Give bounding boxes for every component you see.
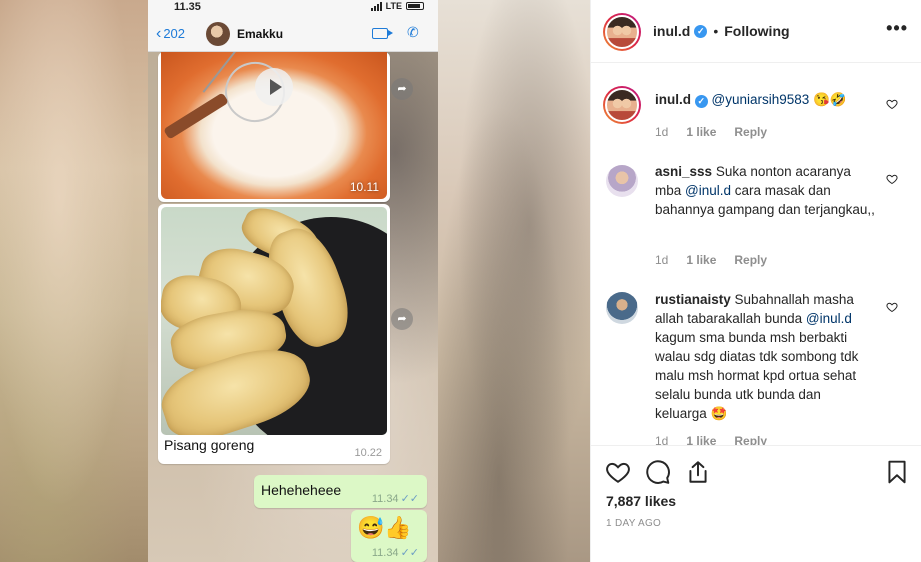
whisk-handle	[163, 92, 229, 140]
author-username[interactable]: inul.d	[653, 23, 690, 39]
commenter-username[interactable]: rustianaisty	[655, 292, 731, 307]
post-actions: 7,887 likes 1 DAY AGO	[591, 445, 921, 562]
separator-dot: •	[713, 23, 719, 39]
comment-age: 1d	[655, 125, 669, 139]
likes-count[interactable]: 7,887 likes	[606, 493, 676, 509]
share-icon[interactable]	[685, 459, 711, 485]
comment-age: 1d	[655, 434, 669, 445]
comment-likes[interactable]: 1 like	[686, 253, 716, 267]
outgoing-message[interactable]: 😅👍 11.34 ✓✓	[351, 510, 427, 562]
blurred-background-right	[438, 0, 590, 562]
post-time-ago: 1 DAY AGO	[606, 518, 662, 529]
blurred-background-left	[0, 0, 148, 562]
following-button[interactable]: Following	[724, 23, 789, 39]
mention-link[interactable]: @yuniarsih9583	[712, 92, 810, 107]
status-time: 11.35	[174, 1, 201, 13]
comment-text: rustianaisty Subahnallah masha allah tab…	[655, 290, 875, 423]
mention-link[interactable]: @inul.d	[806, 311, 852, 326]
commenter-avatar[interactable]	[606, 165, 638, 197]
message-text: Heheheheee	[261, 482, 342, 498]
comment-likes[interactable]: 1 like	[686, 434, 716, 445]
heart-icon[interactable]	[886, 301, 898, 313]
battery-icon	[406, 2, 424, 10]
bookmark-icon[interactable]	[884, 459, 910, 485]
video-thumbnail: 10.11	[161, 52, 387, 199]
reply-button[interactable]: Reply	[734, 434, 767, 445]
comment-text: asni_sss Suka nonton acaranya mba @inul.…	[655, 162, 875, 219]
comment-text-part: kagum sma bunda msh berbakti walau sdg d…	[655, 330, 859, 421]
read-ticks-icon: ✓✓	[400, 547, 419, 559]
comment-text: inul.d ✓ @yuniarsih9583 😘🤣	[655, 90, 875, 109]
commenter-username[interactable]: asni_sss	[655, 164, 712, 179]
comment-likes[interactable]: 1 like	[686, 125, 716, 139]
author-avatar[interactable]	[603, 13, 641, 51]
whatsapp-screenshot: 11.35 LTE ‹ 202 Emakku ✆ 10.11 ➦ Pisang …	[148, 0, 438, 562]
commenter-username[interactable]: inul.d	[655, 92, 691, 107]
message-time-wrap: 11.34 ✓✓	[372, 546, 419, 559]
video-call-icon[interactable]	[372, 28, 393, 39]
comment-meta: 1d 1 like Reply	[655, 253, 767, 267]
verified-badge-icon: ✓	[694, 24, 708, 38]
fried-banana-photo	[161, 207, 387, 435]
verified-badge-icon: ✓	[694, 95, 708, 108]
network-label: LTE	[385, 1, 402, 11]
reply-button[interactable]: Reply	[734, 253, 767, 267]
message-emoji: 😅👍	[357, 515, 412, 540]
read-ticks-icon: ✓✓	[400, 493, 419, 505]
comment-icon[interactable]	[645, 459, 671, 485]
contact-avatar[interactable]	[206, 22, 230, 46]
heart-icon[interactable]	[605, 459, 631, 485]
forward-icon[interactable]: ➦	[391, 308, 413, 330]
message-time: 11.34	[371, 493, 399, 505]
play-icon[interactable]	[255, 68, 293, 106]
status-indicators: LTE	[370, 1, 424, 11]
heart-icon[interactable]	[886, 173, 898, 185]
back-count: 202	[163, 26, 186, 41]
image-caption: Pisang goreng	[164, 437, 255, 453]
author-info: inul.d ✓ • Following	[653, 23, 790, 39]
commenter-avatar[interactable]	[603, 86, 641, 124]
comment-text-part: 😘🤣	[809, 92, 847, 107]
phone-call-icon[interactable]: ✆	[407, 24, 419, 41]
message-time: 10.11	[349, 180, 379, 194]
commenter-avatar[interactable]	[606, 292, 638, 324]
message-time: 11.34	[371, 547, 399, 559]
video-message[interactable]: 10.11	[158, 52, 390, 202]
back-button[interactable]: ‹ 202	[156, 24, 186, 42]
post-media[interactable]: 11.35 LTE ‹ 202 Emakku ✆ 10.11 ➦ Pisang …	[0, 0, 590, 562]
comments-list: inul.d ✓ @yuniarsih9583 😘🤣 1d 1 like Rep…	[591, 64, 921, 445]
comment-age: 1d	[655, 253, 669, 267]
post-header: inul.d ✓ • Following •••	[591, 0, 921, 63]
reply-button[interactable]: Reply	[734, 125, 767, 139]
chat-header: ‹ 202 Emakku ✆	[148, 16, 438, 52]
phone-status-bar: 11.35 LTE	[148, 0, 438, 16]
heart-icon[interactable]	[886, 98, 898, 110]
image-message[interactable]: Pisang goreng 10.22	[158, 204, 390, 464]
message-time-wrap: 11.34 ✓✓	[372, 492, 419, 505]
post-sidebar: inul.d ✓ • Following ••• inul.d ✓ @yunia…	[590, 0, 921, 562]
more-options-icon[interactable]: •••	[886, 18, 908, 39]
mention-link[interactable]: @inul.d	[685, 183, 731, 198]
chevron-left-icon: ‹	[156, 24, 162, 42]
message-time: 10.22	[354, 447, 382, 459]
contact-name[interactable]: Emakku	[237, 27, 283, 41]
signal-icon	[370, 1, 382, 11]
comment-meta: 1d 1 like Reply	[655, 125, 767, 139]
outgoing-message[interactable]: Heheheheee 11.34 ✓✓	[254, 475, 427, 508]
comment-meta: 1d 1 like Reply	[655, 434, 767, 445]
forward-icon[interactable]: ➦	[391, 78, 413, 100]
